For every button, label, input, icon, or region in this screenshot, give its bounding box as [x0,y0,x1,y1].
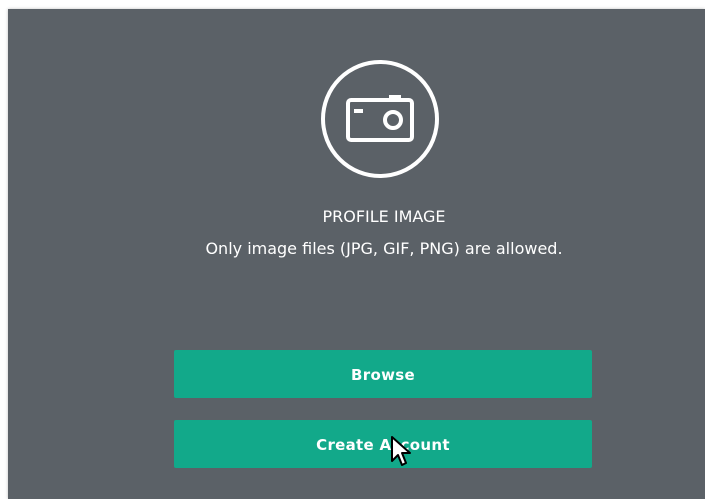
page: PROFILE IMAGE Only image files (JPG, GIF… [0,0,705,499]
allowed-file-types-hint: Only image files (JPG, GIF, PNG) are all… [205,239,563,258]
profile-image-panel: PROFILE IMAGE Only image files (JPG, GIF… [8,9,705,499]
create-account-button[interactable]: Create Account [174,420,592,468]
camera-icon [346,95,414,142]
profile-image-title: PROFILE IMAGE [322,207,446,226]
browse-button[interactable]: Browse [174,350,592,398]
profile-image-placeholder[interactable] [321,60,439,178]
